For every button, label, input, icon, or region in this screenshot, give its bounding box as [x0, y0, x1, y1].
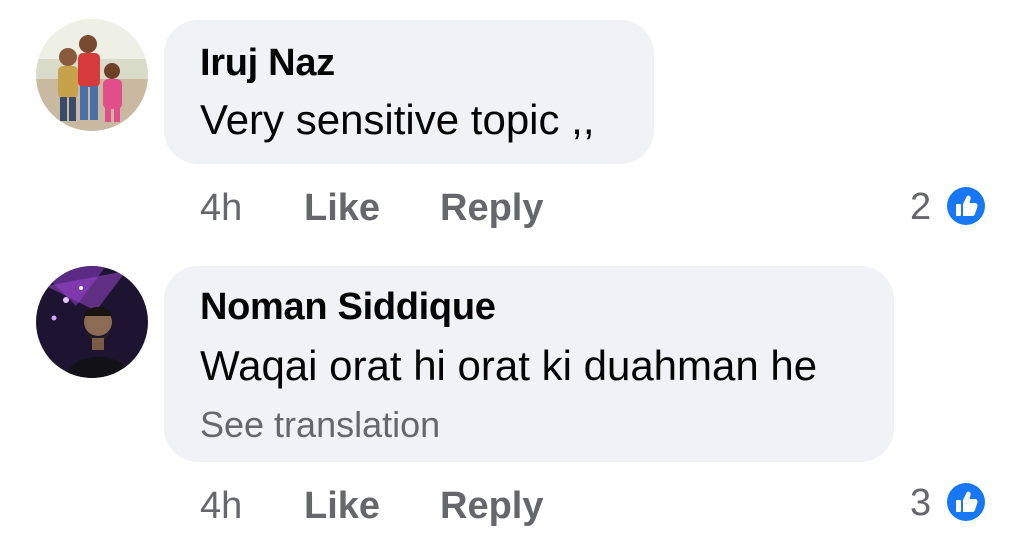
comment-timestamp[interactable]: 4h	[200, 187, 242, 230]
reply-button[interactable]: Reply	[440, 485, 543, 528]
comment-text: Very sensitive topic ,,	[200, 96, 595, 143]
comment-timestamp[interactable]: 4h	[200, 485, 242, 528]
comment-bubble: Noman Siddique Waqai orat hi orat ki dua…	[164, 266, 894, 462]
like-button[interactable]: Like	[304, 187, 380, 230]
like-button[interactable]: Like	[304, 485, 380, 528]
like-reaction-icon[interactable]	[944, 480, 988, 524]
see-translation-link[interactable]: See translation	[200, 404, 440, 446]
comment-text: Waqai orat hi orat ki duahman he	[200, 342, 818, 389]
comment-bubble: Iruj Naz Very sensitive topic ,,	[164, 20, 654, 164]
avatar[interactable]	[36, 19, 148, 131]
reaction-count[interactable]: 2	[910, 186, 931, 229]
avatar[interactable]	[36, 266, 148, 378]
reaction-count[interactable]: 3	[910, 482, 931, 525]
comment-author[interactable]: Iruj Naz	[200, 42, 335, 85]
like-reaction-icon[interactable]	[944, 184, 988, 228]
comment-author[interactable]: Noman Siddique	[200, 286, 496, 329]
reply-button[interactable]: Reply	[440, 187, 543, 230]
